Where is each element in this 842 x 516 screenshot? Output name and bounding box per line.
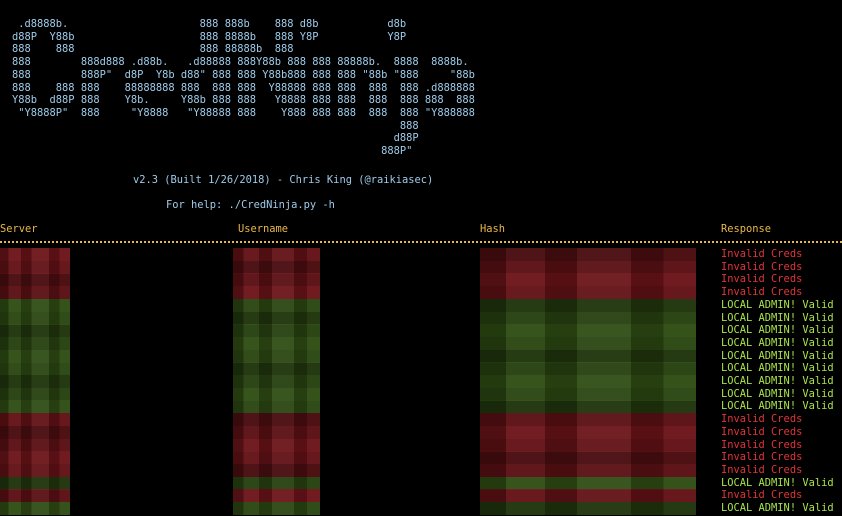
response-text: Invalid Creds bbox=[721, 463, 803, 476]
server-cell-redacted bbox=[0, 425, 70, 439]
hash-cell-redacted bbox=[480, 286, 696, 300]
server-cell-redacted bbox=[0, 387, 70, 401]
response-text: LOCAL ADMIN! Valid bbox=[721, 311, 834, 324]
username-cell-redacted bbox=[233, 463, 320, 477]
response-text: Invalid Creds bbox=[721, 286, 803, 299]
username-cell-redacted bbox=[233, 413, 320, 427]
hash-cell-redacted bbox=[480, 438, 696, 452]
server-cell-redacted bbox=[0, 502, 70, 515]
column-header-response: Response bbox=[721, 223, 772, 235]
server-cell-redacted bbox=[0, 400, 70, 414]
server-cell-redacted bbox=[0, 324, 70, 338]
username-cell-redacted bbox=[233, 425, 320, 439]
server-cell-redacted bbox=[0, 336, 70, 350]
username-cell-redacted bbox=[233, 260, 320, 274]
server-cell-redacted bbox=[0, 349, 70, 363]
server-cell-redacted bbox=[0, 451, 70, 465]
ascii-art-banner: .d8888b. 888 888b 888 d8b d8b d88P Y88b … bbox=[12, 18, 475, 158]
server-cell-redacted bbox=[0, 362, 70, 376]
hash-cell-redacted bbox=[480, 324, 696, 338]
response-text: LOCAL ADMIN! Valid bbox=[721, 336, 834, 349]
hash-cell-redacted bbox=[480, 260, 696, 274]
username-cell-redacted bbox=[233, 336, 320, 350]
username-cell-redacted bbox=[233, 324, 320, 338]
version-line: v2.3 (Built 1/26/2018) - Chris King (@ra… bbox=[133, 174, 434, 186]
server-cell-redacted bbox=[0, 286, 70, 300]
hash-cell-redacted bbox=[480, 425, 696, 439]
username-cell-redacted bbox=[233, 349, 320, 363]
header-separator bbox=[0, 241, 842, 243]
server-cell-redacted bbox=[0, 476, 70, 490]
hash-cell-redacted bbox=[480, 273, 696, 287]
response-text: LOCAL ADMIN! Valid bbox=[721, 502, 834, 514]
server-cell-redacted bbox=[0, 489, 70, 503]
server-cell-redacted bbox=[0, 311, 70, 325]
response-text: LOCAL ADMIN! Valid bbox=[721, 298, 834, 311]
hash-cell-redacted bbox=[480, 489, 696, 503]
hash-cell-redacted bbox=[480, 413, 696, 427]
username-cell-redacted bbox=[233, 298, 320, 312]
username-cell-redacted bbox=[233, 311, 320, 325]
server-cell-redacted bbox=[0, 248, 70, 261]
hash-cell-redacted bbox=[480, 375, 696, 388]
hash-cell-redacted bbox=[480, 298, 696, 312]
server-cell-redacted bbox=[0, 438, 70, 452]
hash-cell-redacted bbox=[480, 451, 696, 465]
server-cell-redacted bbox=[0, 463, 70, 477]
server-cell-redacted bbox=[0, 298, 70, 312]
hash-cell-redacted bbox=[480, 311, 696, 325]
username-cell-redacted bbox=[233, 400, 320, 414]
response-text: LOCAL ADMIN! Valid bbox=[721, 375, 834, 387]
response-text: LOCAL ADMIN! Valid bbox=[721, 362, 834, 375]
response-text: Invalid Creds bbox=[721, 248, 803, 260]
hash-cell-redacted bbox=[480, 463, 696, 477]
response-text: Invalid Creds bbox=[721, 438, 803, 451]
response-text: Invalid Creds bbox=[721, 273, 803, 286]
response-text: LOCAL ADMIN! Valid bbox=[721, 324, 834, 337]
hash-cell-redacted bbox=[480, 349, 696, 363]
hash-cell-redacted bbox=[480, 362, 696, 376]
username-cell-redacted bbox=[233, 451, 320, 465]
username-cell-redacted bbox=[233, 489, 320, 503]
hash-cell-redacted bbox=[480, 336, 696, 350]
username-cell-redacted bbox=[233, 438, 320, 452]
username-cell-redacted bbox=[233, 362, 320, 376]
username-cell-redacted bbox=[233, 286, 320, 300]
help-line: For help: ./CredNinja.py -h bbox=[166, 199, 335, 211]
hash-cell-redacted bbox=[480, 387, 696, 401]
username-cell-redacted bbox=[233, 375, 320, 388]
response-text: Invalid Creds bbox=[721, 489, 803, 502]
column-header-username: Username bbox=[238, 223, 289, 235]
hash-cell-redacted bbox=[480, 502, 696, 515]
response-text: Invalid Creds bbox=[721, 413, 803, 426]
hash-cell-redacted bbox=[480, 248, 696, 261]
response-text: LOCAL ADMIN! Valid bbox=[721, 476, 834, 489]
username-cell-redacted bbox=[233, 248, 320, 261]
username-cell-redacted bbox=[233, 502, 320, 515]
server-cell-redacted bbox=[0, 260, 70, 274]
response-text: Invalid Creds bbox=[721, 451, 803, 464]
server-cell-redacted bbox=[0, 413, 70, 427]
terminal-window[interactable]: .d8888b. 888 888b 888 d8b d8b d88P Y88b … bbox=[0, 0, 842, 516]
response-text: Invalid Creds bbox=[721, 260, 803, 273]
response-text: LOCAL ADMIN! Valid bbox=[721, 400, 834, 413]
username-cell-redacted bbox=[233, 476, 320, 490]
server-cell-redacted bbox=[0, 375, 70, 388]
username-cell-redacted bbox=[233, 387, 320, 401]
hash-cell-redacted bbox=[480, 476, 696, 490]
response-text: Invalid Creds bbox=[721, 425, 803, 438]
server-cell-redacted bbox=[0, 273, 70, 287]
response-text: LOCAL ADMIN! Valid bbox=[721, 387, 834, 400]
username-cell-redacted bbox=[233, 273, 320, 287]
hash-cell-redacted bbox=[480, 400, 696, 414]
response-text: LOCAL ADMIN! Valid bbox=[721, 349, 834, 362]
column-header-hash: Hash bbox=[480, 223, 506, 235]
column-header-server: Server bbox=[0, 223, 38, 235]
